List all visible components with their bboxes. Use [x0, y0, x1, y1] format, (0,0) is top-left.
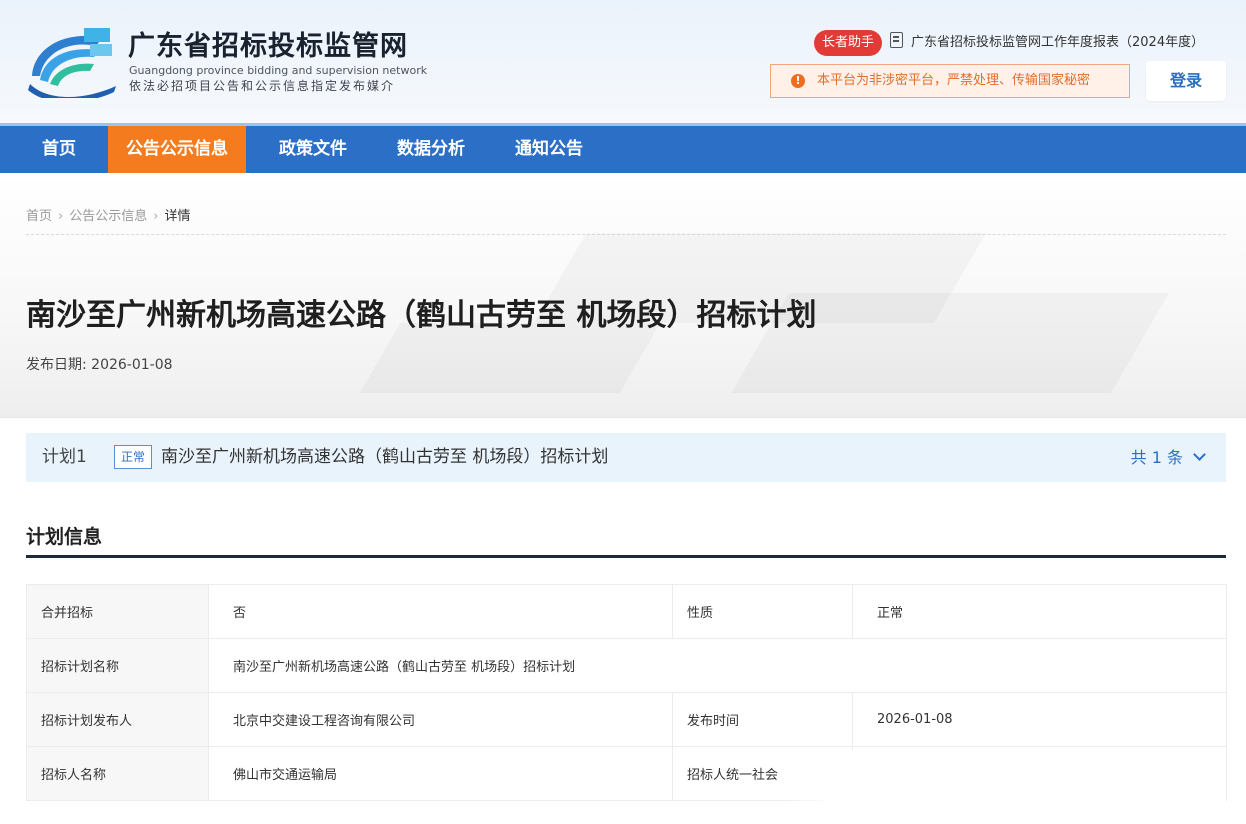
field-label: 性质 [672, 584, 853, 639]
breadcrumb-current: 详情 [164, 209, 191, 224]
publish-date: 发布日期: 2026-01-08 [26, 357, 173, 373]
login-button[interactable]: 登录 [1146, 61, 1226, 101]
nav-item-notices[interactable]: 通知公告 [498, 126, 600, 173]
table-row: 招标计划发布人 北京中交建设工程咨询有限公司 发布时间 2026-01-08 [26, 692, 1227, 747]
section-title: 计划信息 [26, 526, 103, 548]
divider [26, 234, 1226, 235]
plan-label: 计划1 [42, 447, 87, 467]
field-value: 南沙至广州新机场高速公路（鹤山古劳至 机场段）招标计划 [208, 638, 1227, 693]
field-value: 佛山市交通运输局 [208, 746, 673, 801]
site-tagline: 依法必招项目公告和公示信息指定发布媒介 [129, 79, 396, 93]
field-label: 合并招标 [26, 584, 209, 639]
nav-item-policy[interactable]: 政策文件 [262, 126, 364, 173]
document-icon [890, 32, 903, 48]
field-label: 招标计划发布人 [26, 692, 209, 747]
site-title-en: Guangdong province bidding and supervisi… [129, 64, 428, 77]
security-warning-banner: ! 本平台为非涉密平台，严禁处理、传输国家秘密 [770, 64, 1130, 98]
chevron-down-icon [1193, 448, 1206, 461]
site-logo-icon[interactable] [24, 24, 120, 98]
warning-icon: ! [791, 74, 805, 88]
main-nav: 首页 公告公示信息 政策文件 数据分析 通知公告 [0, 123, 1246, 173]
breadcrumb-separator: › [58, 209, 64, 224]
breadcrumb-home[interactable]: 首页 [26, 209, 52, 224]
plan-status-badge: 正常 [114, 445, 153, 469]
breadcrumb-announcements[interactable]: 公告公示信息 [69, 209, 147, 224]
plan-count-label: 共 1 条 [1130, 448, 1183, 467]
annual-report-label: 广东省招标投标监管网工作年度报表（2024年度） [911, 35, 1205, 50]
site-header: 广东省招标投标监管网 Guangdong province bidding an… [0, 0, 1246, 123]
blurred-overlay [780, 750, 1226, 804]
plan-selector-bar[interactable]: 计划1 正常 南沙至广州新机场高速公路（鹤山古劳至 机场段）招标计划 共 1 条 [26, 433, 1226, 482]
annual-report-link[interactable]: 广东省招标投标监管网工作年度报表（2024年度） [890, 32, 1204, 54]
field-value: 正常 [852, 584, 1227, 639]
table-row: 合并招标 否 性质 正常 [26, 584, 1227, 639]
security-warning-text: 本平台为非涉密平台，严禁处理、传输国家秘密 [817, 73, 1091, 88]
site-title: 广东省招标投标监管网 [128, 31, 408, 62]
section-underline [26, 555, 1226, 558]
breadcrumb-separator: › [153, 209, 159, 224]
field-value: 2026-01-08 [852, 692, 1227, 747]
table-row: 招标计划名称 南沙至广州新机场高速公路（鹤山古劳至 机场段）招标计划 [26, 638, 1227, 693]
field-value: 北京中交建设工程咨询有限公司 [208, 692, 673, 747]
nav-item-data-analysis[interactable]: 数据分析 [380, 126, 482, 173]
elder-assistant-button[interactable]: 长者助手 [814, 30, 882, 56]
field-label: 招标计划名称 [26, 638, 209, 693]
nav-item-announcements[interactable]: 公告公示信息 [108, 126, 246, 173]
field-value: 否 [208, 584, 673, 639]
field-label: 招标人名称 [26, 746, 209, 801]
nav-item-home[interactable]: 首页 [26, 126, 92, 173]
plan-count-toggle[interactable]: 共 1 条 [1130, 433, 1206, 482]
divider [0, 417, 1246, 418]
page-title: 南沙至广州新机场高速公路（鹤山古劳至 机场段）招标计划 [26, 298, 817, 333]
field-label: 发布时间 [672, 692, 853, 747]
breadcrumb: 首页 › 公告公示信息 › 详情 [26, 208, 190, 226]
plan-name: 南沙至广州新机场高速公路（鹤山古劳至 机场段）招标计划 [161, 447, 609, 467]
